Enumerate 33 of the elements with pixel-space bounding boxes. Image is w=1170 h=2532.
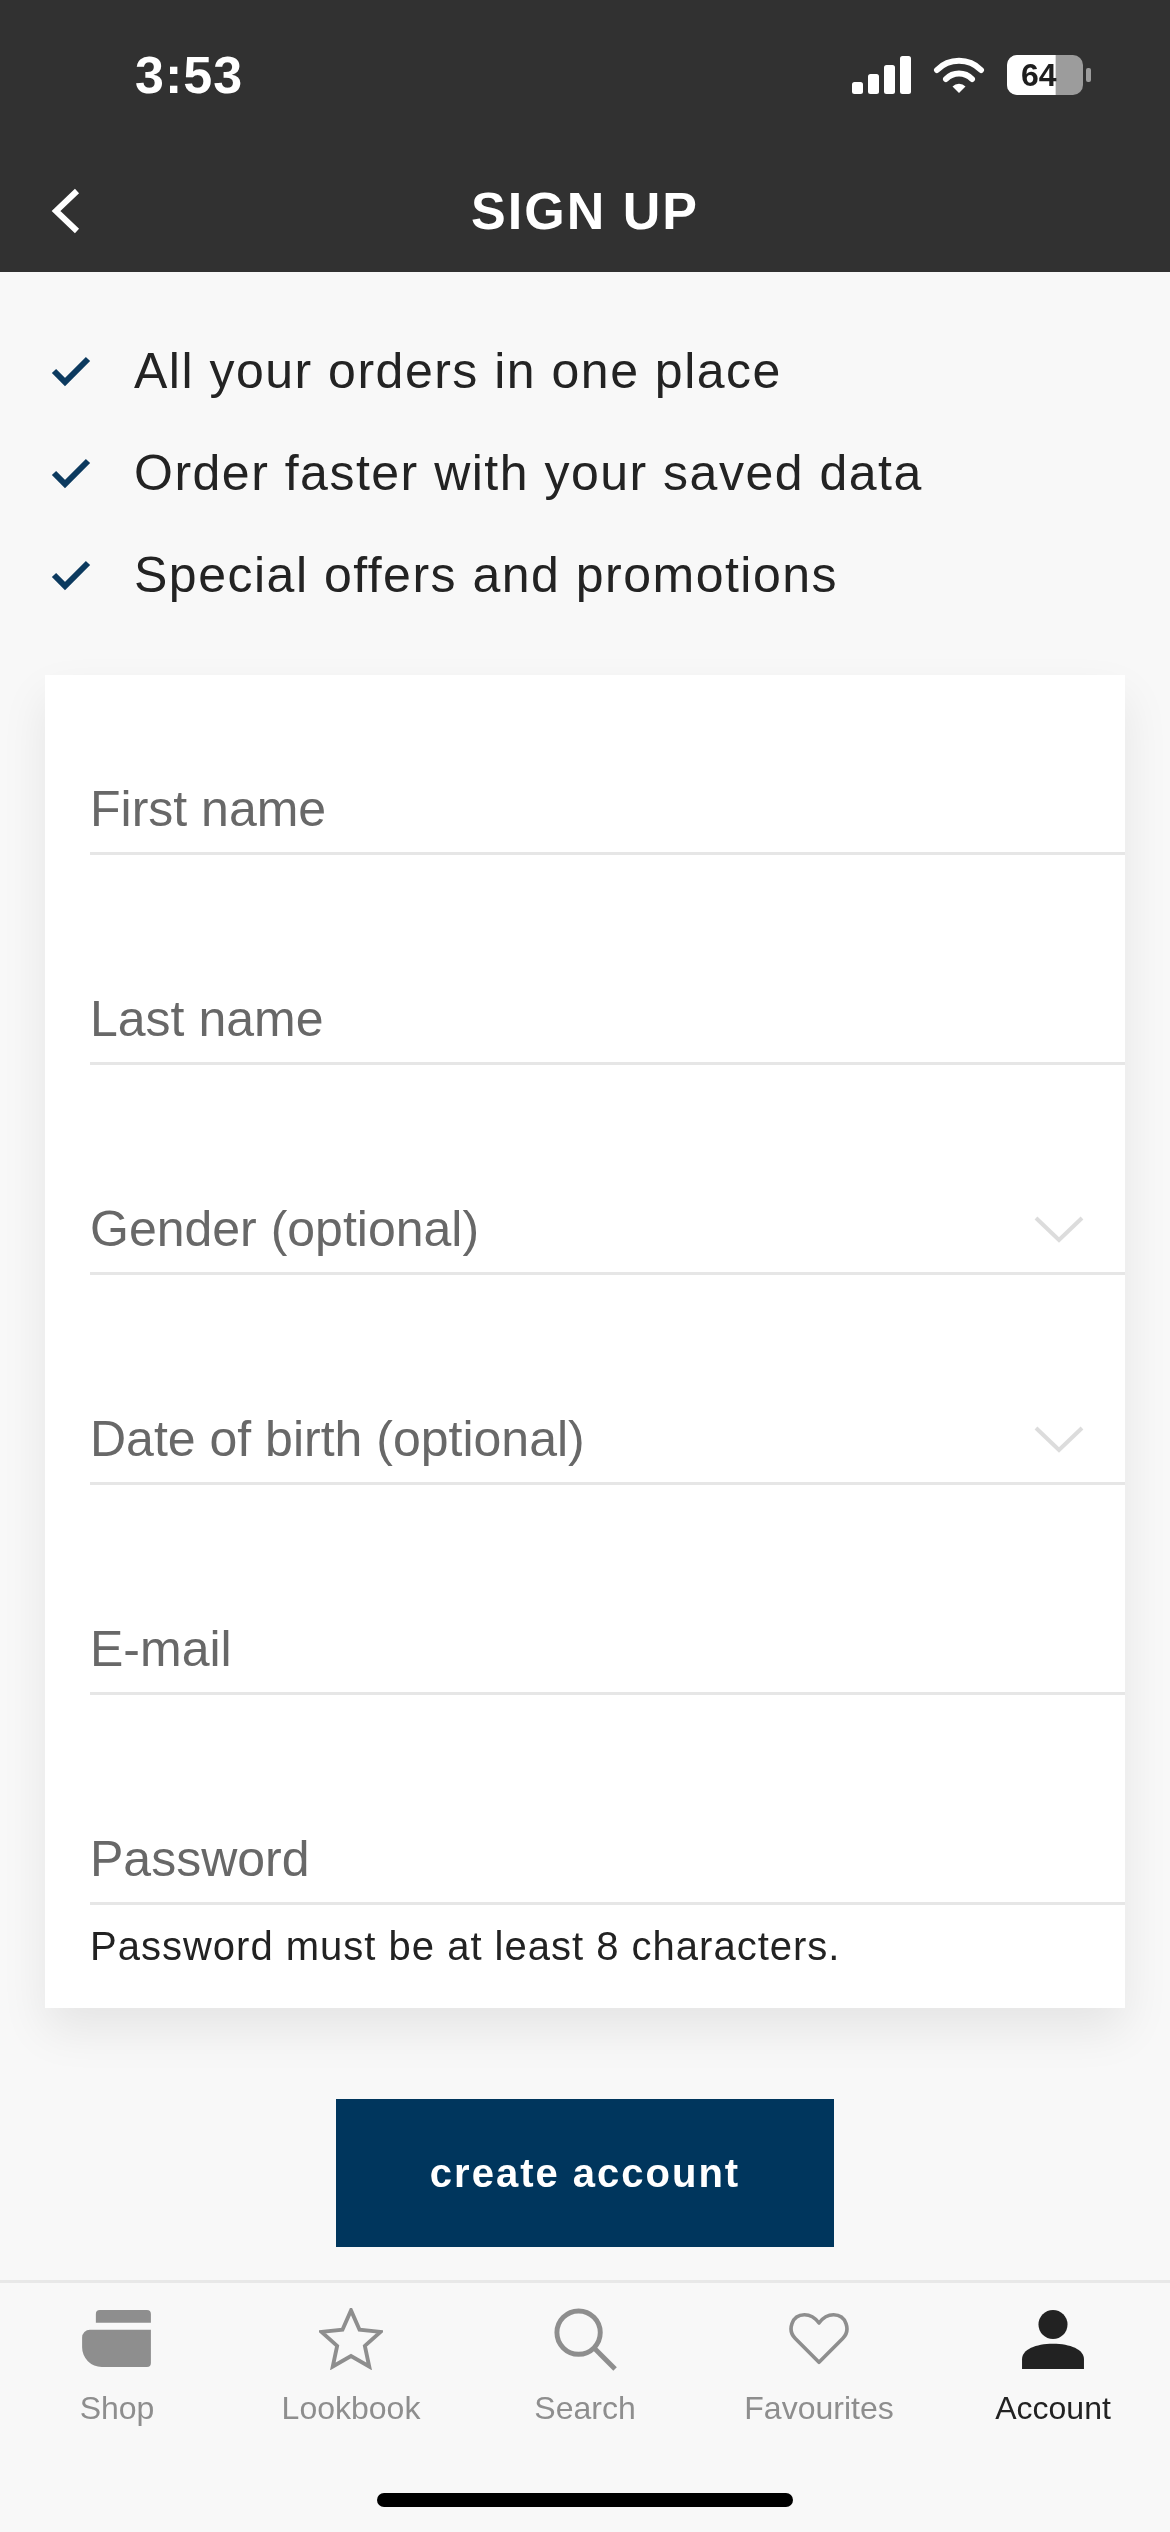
- battery-icon: [1007, 55, 1091, 95]
- signal-icon: [852, 56, 911, 94]
- benefit-text: Order faster with your saved data: [134, 444, 923, 502]
- search-icon: [551, 2305, 619, 2372]
- tab-bar-item[interactable]: Account: [991, 2305, 1115, 2428]
- benefit-text: Special offers and promotions: [134, 546, 839, 604]
- check-icon: [51, 559, 91, 591]
- dropdown-field[interactable]: Date of birth (optional): [90, 1396, 1125, 1485]
- page-title: SIGN UP: [471, 181, 699, 241]
- password-hint: Password must be at least 8 characters.: [90, 1923, 842, 1970]
- tab-bar-item[interactable]: Lookbook: [277, 2305, 425, 2428]
- wifi-icon: [933, 56, 985, 94]
- chevron-down-icon: [1033, 1425, 1085, 1453]
- check-icon: [51, 355, 91, 387]
- battery-percent: 64: [1021, 56, 1057, 95]
- tab-bar-item[interactable]: Shop: [75, 2305, 159, 2428]
- tab-bar-item[interactable]: Search: [530, 2305, 640, 2428]
- status-time: 3:53: [135, 45, 244, 105]
- chevron-down-icon: [1033, 1215, 1085, 1243]
- back-button[interactable]: [51, 188, 81, 234]
- text-field[interactable]: First name: [90, 766, 1125, 855]
- create-account-button[interactable]: create account: [336, 2099, 834, 2247]
- heart-icon: [788, 2311, 850, 2366]
- star-icon: [319, 2307, 383, 2370]
- text-field[interactable]: Last name: [90, 976, 1125, 1065]
- text-field[interactable]: E-mail: [90, 1606, 1125, 1695]
- tab-bar-item[interactable]: Favourites: [740, 2305, 898, 2428]
- dropdown-field[interactable]: Gender (optional): [90, 1186, 1125, 1275]
- benefit-text: All your orders in one place: [134, 342, 782, 400]
- check-icon: [51, 457, 91, 489]
- person-icon: [1020, 2308, 1086, 2369]
- text-field[interactable]: Password: [90, 1816, 1125, 1905]
- card-icon: [82, 2310, 152, 2367]
